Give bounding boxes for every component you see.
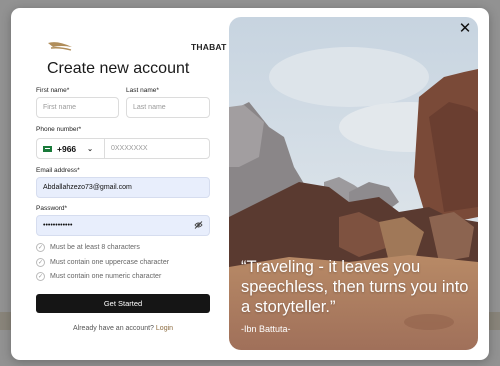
last-name-label: Last name* (126, 87, 159, 94)
saudi-flag-icon (43, 145, 52, 152)
login-prompt: Already have an account? Login (73, 325, 173, 332)
check-circle-icon: ✓ (36, 243, 45, 252)
first-name-field[interactable]: First name (36, 97, 119, 118)
password-field[interactable]: •••••••••••• (36, 215, 210, 236)
rule-text: Must be at least 8 characters (50, 244, 140, 251)
last-name-placeholder: Last name (133, 104, 166, 111)
login-prompt-text: Already have an account? (73, 325, 154, 332)
password-rule-numeric: ✓ Must contain one numeric character (36, 272, 161, 281)
get-started-button[interactable]: Get Started (36, 294, 210, 313)
country-code-select[interactable]: +966 ⌄ (36, 138, 104, 159)
brand-name: THABAT (191, 42, 227, 52)
page-title: Create new account (47, 60, 190, 77)
country-code-value: +966 (57, 143, 77, 154)
eye-off-icon[interactable] (194, 221, 203, 231)
password-rule-uppercase: ✓ Must contain one uppercase character (36, 258, 169, 267)
rule-text: Must contain one numeric character (50, 273, 162, 280)
email-label: Email address* (36, 167, 80, 174)
check-circle-icon: ✓ (36, 272, 45, 281)
login-link[interactable]: Login (156, 325, 173, 332)
check-circle-icon: ✓ (36, 258, 45, 267)
signup-modal: THABAT Create new account First name* Fi… (11, 8, 489, 360)
password-value: •••••••••••• (43, 222, 73, 229)
phone-field[interactable]: 0XXXXXXX (104, 138, 210, 159)
phone-placeholder: 0XXXXXXX (111, 145, 148, 152)
close-icon[interactable]: ✕ (458, 21, 472, 36)
email-field[interactable]: Abdallahzezo73@gmail.com (36, 177, 210, 198)
brand-logo-icon (48, 42, 72, 51)
first-name-placeholder: First name (43, 104, 77, 111)
first-name-label: First name* (36, 87, 70, 94)
password-rule-length: ✓ Must be at least 8 characters (36, 243, 140, 252)
phone-label: Phone number* (36, 126, 82, 133)
hero-image: “Traveling - it leaves you speechless, t… (229, 17, 478, 350)
rule-text: Must contain one uppercase character (50, 259, 170, 266)
hero-author: -Ibn Battuta- (241, 324, 291, 334)
email-value: Abdallahzezo73@gmail.com (43, 184, 132, 191)
hero-quote: “Traveling - it leaves you speechless, t… (241, 258, 469, 316)
chevron-down-icon: ⌄ (87, 145, 94, 153)
password-label: Password* (36, 205, 68, 212)
last-name-field[interactable]: Last name (126, 97, 210, 118)
